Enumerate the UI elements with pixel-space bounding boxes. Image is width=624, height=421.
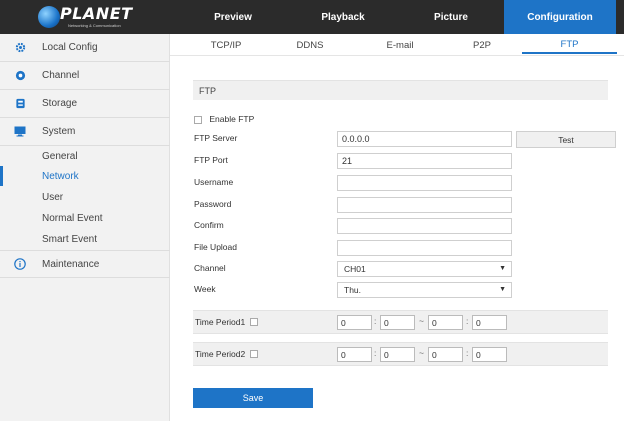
dropdown-arrow-icon: ▼ <box>499 265 506 272</box>
sidebar-item-storage[interactable]: Storage <box>0 90 170 118</box>
sidebar: Local Config Channel Storage System Gene… <box>0 34 170 421</box>
username-input[interactable] <box>337 175 512 191</box>
nav-configuration[interactable]: Configuration <box>504 0 616 34</box>
sidebar-subitem-general[interactable]: General <box>42 151 78 162</box>
monitor-icon <box>14 126 26 138</box>
time-period2-label: Time Period2 <box>195 349 246 359</box>
nav-preview[interactable]: Preview <box>178 0 288 34</box>
tab-ftp[interactable]: FTP <box>522 36 617 54</box>
sidebar-item-maintenance[interactable]: Maintenance <box>0 250 170 278</box>
tab-ddns[interactable]: DDNS <box>285 36 335 54</box>
brand-name: PLANET <box>60 4 133 23</box>
storage-icon <box>14 98 26 110</box>
brand-tagline: Networking & Communication <box>68 23 121 28</box>
time-separator: : <box>374 316 377 326</box>
range-separator: ~ <box>419 316 424 326</box>
confirm-label: Confirm <box>194 220 224 230</box>
period2-start-hour[interactable]: 0 <box>337 347 372 362</box>
info-icon <box>14 258 26 270</box>
confirm-input[interactable] <box>337 218 512 234</box>
period1-end-minute[interactable]: 0 <box>472 315 507 330</box>
sidebar-subitem-network[interactable]: Network <box>42 171 79 182</box>
nav-picture[interactable]: Picture <box>398 0 504 34</box>
file-upload-input[interactable] <box>337 240 512 256</box>
camera-icon <box>14 70 26 82</box>
time-period2-checkbox[interactable] <box>250 350 258 358</box>
test-button[interactable]: Test <box>516 131 616 148</box>
sidebar-subitem-normal-event[interactable]: Normal Event <box>42 213 103 224</box>
channel-select[interactable]: CH01 ▼ <box>337 261 512 277</box>
globe-icon <box>38 6 60 28</box>
password-input[interactable] <box>337 197 512 213</box>
tab-divider <box>170 55 624 56</box>
period1-start-minute[interactable]: 0 <box>380 315 415 330</box>
save-button[interactable]: Save <box>193 388 313 408</box>
ftp-server-label: FTP Server <box>194 133 238 143</box>
week-selected-value: Thu. <box>344 285 362 295</box>
username-label: Username <box>194 177 234 187</box>
tab-tcpip[interactable]: TCP/IP <box>196 36 256 54</box>
active-item-marker <box>0 166 3 186</box>
sidebar-item-label: Storage <box>42 98 78 109</box>
time-period1-label: Time Period1 <box>195 317 246 327</box>
enable-ftp-row: Enable FTP <box>194 114 254 124</box>
time-separator: : <box>466 348 469 358</box>
time-separator: : <box>374 348 377 358</box>
sidebar-subitem-smart-event[interactable]: Smart Event <box>42 234 97 245</box>
enable-ftp-label: Enable FTP <box>209 114 255 124</box>
sidebar-item-label: Maintenance <box>42 258 100 270</box>
dropdown-arrow-icon: ▼ <box>499 286 506 293</box>
period2-start-minute[interactable]: 0 <box>380 347 415 362</box>
nav-playback[interactable]: Playback <box>288 0 398 34</box>
period2-end-hour[interactable]: 0 <box>428 347 463 362</box>
sidebar-item-label: System <box>42 126 76 137</box>
sidebar-item-label: Local Config <box>42 42 98 53</box>
password-label: Password <box>194 199 232 209</box>
sidebar-subitem-user[interactable]: User <box>42 192 63 203</box>
range-separator: ~ <box>419 348 424 358</box>
week-select[interactable]: Thu. ▼ <box>337 282 512 298</box>
tab-p2p[interactable]: P2P <box>462 36 502 54</box>
time-period2-row: Time Period2 0 : 0 ~ 0 : 0 <box>193 342 608 366</box>
week-label: Week <box>194 284 216 294</box>
channel-selected-value: CH01 <box>344 264 366 274</box>
ftp-port-input[interactable]: 21 <box>337 153 512 169</box>
time-period1-checkbox[interactable] <box>250 318 258 326</box>
period1-end-hour[interactable]: 0 <box>428 315 463 330</box>
time-separator: : <box>466 316 469 326</box>
ftp-port-label: FTP Port <box>194 155 228 165</box>
planet-logo: PLANET Networking & Communication <box>38 4 138 30</box>
period2-end-minute[interactable]: 0 <box>472 347 507 362</box>
sidebar-item-channel[interactable]: Channel <box>0 62 170 90</box>
file-upload-label: File Upload <box>194 242 237 252</box>
channel-label: Channel <box>194 263 226 273</box>
tab-email[interactable]: E-mail <box>370 36 430 54</box>
sidebar-item-local-config[interactable]: Local Config <box>0 34 170 62</box>
period1-start-hour[interactable]: 0 <box>337 315 372 330</box>
ftp-server-input[interactable]: 0.0.0.0 <box>337 131 512 147</box>
section-header: FTP <box>193 80 608 100</box>
sidebar-item-system[interactable]: System <box>0 118 170 146</box>
sidebar-item-label: Channel <box>42 70 80 81</box>
time-period1-row: Time Period1 0 : 0 ~ 0 : 0 <box>193 310 608 334</box>
top-bar: PLANET Networking & Communication Previe… <box>0 0 624 34</box>
enable-ftp-checkbox[interactable] <box>194 115 202 124</box>
gear-icon <box>14 42 26 54</box>
